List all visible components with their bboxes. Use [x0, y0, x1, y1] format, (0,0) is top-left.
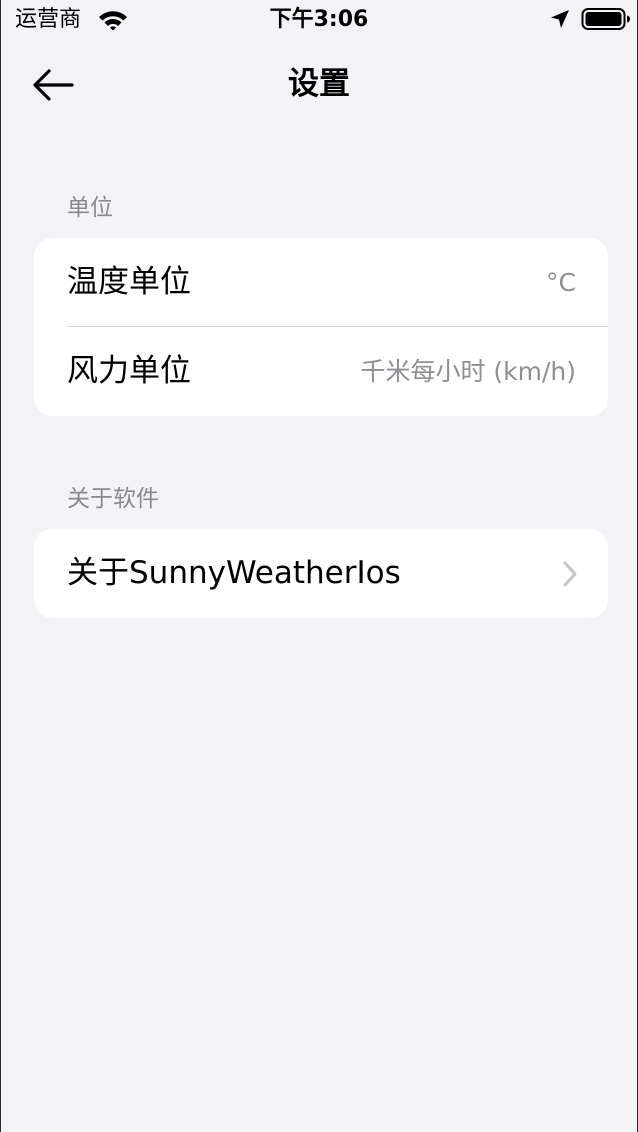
section-header-about: 关于软件: [67, 486, 159, 512]
temperature-unit-row[interactable]: 温度单位 °C: [34, 238, 608, 327]
units-group: 温度单位 °C 风力单位 千米每小时 (km/h): [34, 238, 608, 416]
section-header-units: 单位: [67, 195, 113, 221]
location-arrow-icon: [551, 10, 569, 28]
chevron-right-icon: [563, 561, 577, 587]
wind-unit-value: 千米每小时 (km/h): [360, 357, 576, 386]
page-title: 设置: [288, 66, 350, 102]
temperature-unit-label: 温度单位: [67, 264, 191, 300]
status-bar: 运营商 下午3:06: [1, 0, 637, 40]
about-app-row[interactable]: 关于SunnyWeatherIos: [34, 529, 608, 618]
about-group: 关于SunnyWeatherIos: [34, 529, 608, 618]
about-app-label: 关于SunnyWeatherIos: [67, 555, 401, 591]
temperature-unit-value: °C: [546, 268, 576, 297]
battery-icon: [581, 8, 630, 30]
navigation-bar: 设置: [1, 40, 637, 128]
wind-unit-row[interactable]: 风力单位 千米每小时 (km/h): [34, 327, 608, 416]
wind-unit-label: 风力单位: [67, 353, 191, 389]
status-time: 下午3:06: [269, 7, 369, 32]
